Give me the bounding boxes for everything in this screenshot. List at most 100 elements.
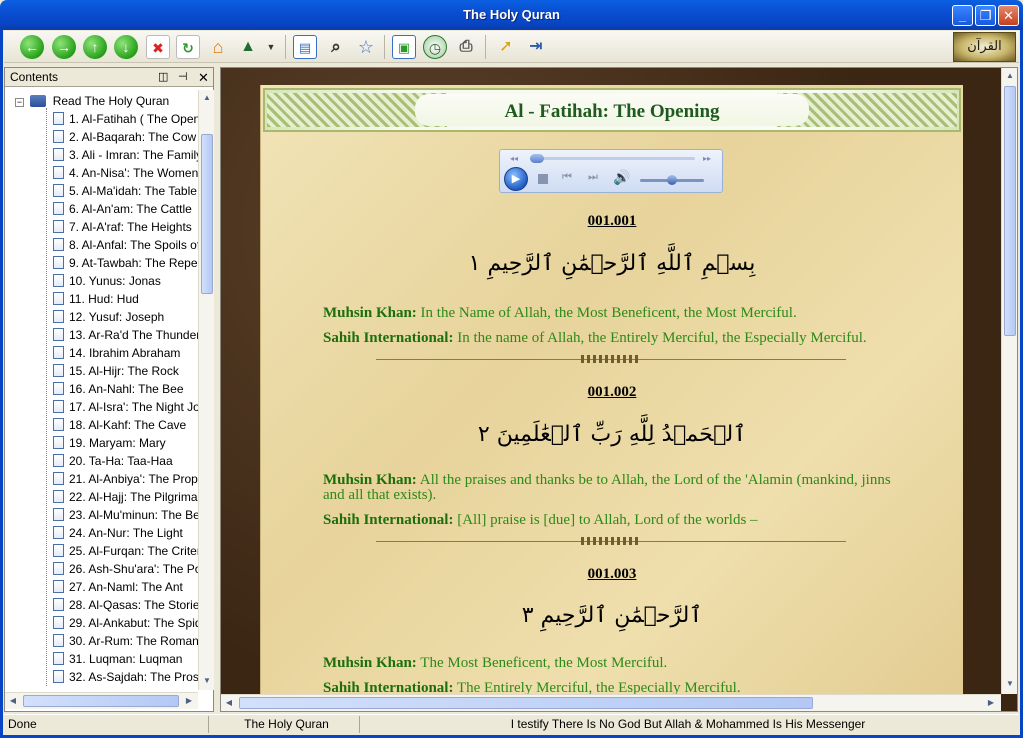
- scroll-left-icon[interactable]: ◀: [5, 693, 21, 710]
- content-vscroll[interactable]: ▲ ▼: [1001, 68, 1017, 694]
- search-icon[interactable]: ⌕: [324, 35, 348, 59]
- translation-khan: Muhsin Khan: All the praises and thanks …: [323, 473, 913, 503]
- refresh-icon[interactable]: ↻: [176, 35, 200, 59]
- toolbar-separator: [384, 35, 385, 59]
- close-button[interactable]: ✕: [998, 5, 1019, 26]
- print-icon[interactable]: ⎙: [454, 35, 478, 59]
- tree-item[interactable]: 19. Maryam: Mary: [41, 434, 198, 452]
- tree-item[interactable]: 12. Yusuf: Joseph: [41, 308, 198, 326]
- tree-item-label: 8. Al-Anfal: The Spoils of War: [69, 238, 198, 252]
- tree-item[interactable]: 4. An-Nisa': The Women: [41, 164, 198, 182]
- up-icon[interactable]: ↑: [83, 35, 107, 59]
- forward-icon[interactable]: →: [52, 35, 76, 59]
- history-icon[interactable]: ◷: [423, 35, 447, 59]
- chevron-down-icon[interactable]: ▼: [264, 35, 278, 59]
- tree-item[interactable]: 23. Al-Mu'minun: The Believers: [41, 506, 198, 524]
- pointer-icon[interactable]: ➚: [494, 35, 518, 59]
- seek-forward-icon[interactable]: ▸▸: [703, 154, 711, 163]
- scroll-thumb[interactable]: [201, 134, 213, 294]
- tree-item[interactable]: 6. Al-An'am: The Cattle: [41, 200, 198, 218]
- tree-item[interactable]: 7. Al-A'raf: The Heights: [41, 218, 198, 236]
- seek-thumb[interactable]: [530, 154, 544, 163]
- tree-item[interactable]: 24. An-Nur: The Light: [41, 524, 198, 542]
- tree-item[interactable]: 31. Luqman: Luqman: [41, 650, 198, 668]
- toc-icon[interactable]: ▤: [293, 35, 317, 59]
- scroll-right-icon[interactable]: ▶: [983, 695, 999, 711]
- exit-icon[interactable]: ⇥: [524, 35, 548, 59]
- tree-item[interactable]: 10. Yunus: Jonas: [41, 272, 198, 290]
- tree-item[interactable]: 9. At-Tawbah: The Repentance: [41, 254, 198, 272]
- scroll-thumb[interactable]: [239, 697, 813, 709]
- tree-item[interactable]: 22. Al-Hajj: The Pilgrimage: [41, 488, 198, 506]
- scroll-right-icon[interactable]: ▶: [181, 693, 197, 710]
- tree-item[interactable]: 16. An-Nahl: The Bee: [41, 380, 198, 398]
- scroll-up-icon[interactable]: ▲: [199, 90, 215, 107]
- seek-bar[interactable]: [530, 157, 695, 160]
- play-icon[interactable]: ▶: [504, 167, 528, 191]
- stop-media-icon[interactable]: [538, 174, 548, 184]
- tree-item-label: 5. Al-Ma'idah: The Table: [69, 184, 197, 198]
- view-icon[interactable]: ▣: [392, 35, 416, 59]
- tree-item[interactable]: 13. Ar-Ra'd The Thunder: [41, 326, 198, 344]
- seek-back-icon[interactable]: ◂◂: [510, 154, 518, 163]
- translator-label: Sahih International:: [323, 330, 454, 346]
- previous-icon[interactable]: ⏮: [562, 171, 572, 184]
- tree-item[interactable]: 26. Ash-Shu'ara': The Poets: [41, 560, 198, 578]
- document-icon: [53, 418, 64, 431]
- tree-item[interactable]: 15. Al-Hijr: The Rock: [41, 362, 198, 380]
- book-icon: [30, 95, 47, 107]
- tree-item[interactable]: 11. Hud: Hud: [41, 290, 198, 308]
- scroll-left-icon[interactable]: ◀: [221, 695, 237, 711]
- tree-vscroll[interactable]: ▲ ▼: [198, 90, 214, 690]
- document-icon: [53, 526, 64, 539]
- down-icon[interactable]: ↓: [114, 35, 138, 59]
- tree-item[interactable]: 5. Al-Ma'idah: The Table: [41, 182, 198, 200]
- scroll-down-icon[interactable]: ▼: [199, 673, 215, 690]
- tree-item[interactable]: 33. Al-Ahzab: The Clans: [41, 686, 198, 687]
- volume-thumb[interactable]: [667, 175, 677, 185]
- document-icon: [53, 238, 64, 251]
- layout-icon[interactable]: ◫: [158, 68, 168, 87]
- tree-item[interactable]: 1. Al-Fatihah ( The Opening ): [41, 110, 198, 128]
- favorites-icon[interactable]: ☆: [354, 35, 378, 59]
- tree-item[interactable]: 3. Ali - Imran: The Family of Imran: [41, 146, 198, 164]
- tree-item[interactable]: 18. Al-Kahf: The Cave: [41, 416, 198, 434]
- scroll-thumb[interactable]: [1004, 86, 1016, 336]
- tree-item[interactable]: 17. Al-Isra': The Night Journey: [41, 398, 198, 416]
- pin-icon[interactable]: ⊣: [178, 68, 188, 87]
- tree-item[interactable]: 30. Ar-Rum: The Romans: [41, 632, 198, 650]
- scroll-thumb[interactable]: [23, 695, 179, 707]
- tree-hscroll[interactable]: ◀ ▶: [5, 692, 198, 709]
- tree-item[interactable]: 14. Ibrahim Abraham: [41, 344, 198, 362]
- stop-icon[interactable]: ✖: [146, 35, 170, 59]
- tree-item[interactable]: 2. Al-Baqarah: The Cow: [41, 128, 198, 146]
- tree-root[interactable]: − Read The Holy Quran: [15, 92, 169, 110]
- status-bar: Done The Holy Quran I testify There Is N…: [4, 714, 1019, 734]
- home-icon[interactable]: ⌂: [206, 35, 230, 59]
- font-icon[interactable]: ▲: [236, 35, 260, 59]
- tree-item[interactable]: 25. Al-Furqan: The Criterion: [41, 542, 198, 560]
- back-icon[interactable]: ←: [20, 35, 44, 59]
- tree-item[interactable]: 8. Al-Anfal: The Spoils of War: [41, 236, 198, 254]
- tree-item-label: 24. An-Nur: The Light: [69, 526, 183, 540]
- tree-item-label: 19. Maryam: Mary: [69, 436, 166, 450]
- maximize-button[interactable]: ❐: [975, 5, 996, 26]
- close-pane-icon[interactable]: ✕: [198, 68, 209, 87]
- tree-item[interactable]: 27. An-Naml: The Ant: [41, 578, 198, 596]
- tree-item[interactable]: 20. Ta-Ha: Taa-Haa: [41, 452, 198, 470]
- translator-label: Sahih International:: [323, 512, 454, 528]
- tree-item[interactable]: 32. As-Sajdah: The Prostration: [41, 668, 198, 686]
- minimize-button[interactable]: _: [952, 5, 973, 26]
- tree-item-label: 1. Al-Fatihah ( The Opening ): [69, 112, 198, 126]
- content-hscroll[interactable]: ◀ ▶: [221, 694, 1001, 711]
- document-icon: [53, 148, 64, 161]
- scroll-up-icon[interactable]: ▲: [1002, 68, 1017, 85]
- tree-item[interactable]: 29. Al-Ankabut: The Spider: [41, 614, 198, 632]
- media-player[interactable]: ◂◂ ▸▸ ▶ ⏮ ⏭ 🔊: [499, 149, 723, 193]
- collapse-icon[interactable]: −: [15, 98, 24, 107]
- tree-item[interactable]: 21. Al-Anbiya': The Prophets: [41, 470, 198, 488]
- scroll-down-icon[interactable]: ▼: [1002, 676, 1017, 693]
- volume-icon[interactable]: 🔊: [613, 169, 630, 186]
- tree-item[interactable]: 28. Al-Qasas: The Stories: [41, 596, 198, 614]
- next-icon[interactable]: ⏭: [588, 171, 598, 184]
